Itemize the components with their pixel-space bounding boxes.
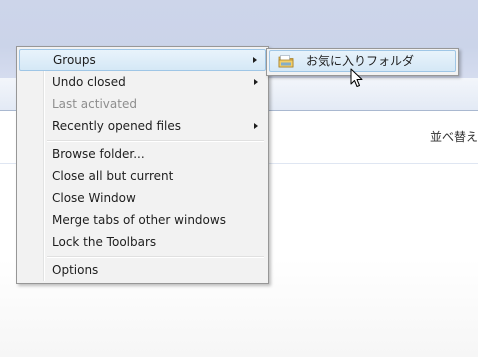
menu-item-label: Recently opened files (52, 119, 182, 133)
submenu-arrow-icon (254, 123, 258, 129)
submenu-arrow-icon (254, 79, 258, 85)
menu-separator (47, 140, 264, 142)
menu-item-label: Merge tabs of other windows (52, 213, 226, 227)
context-menu: Groups Undo closed Last activated Recent… (16, 46, 269, 284)
menu-item-lock-toolbars[interactable]: Lock the Toolbars (19, 231, 266, 253)
menu-item-label: Options (52, 263, 99, 277)
menu-item-merge-tabs[interactable]: Merge tabs of other windows (19, 209, 266, 231)
menu-item-label: Browse folder... (52, 147, 145, 161)
menu-item-groups[interactable]: Groups (19, 49, 266, 71)
menu-item-last-activated: Last activated (19, 93, 266, 115)
submenu-arrow-icon (253, 57, 257, 63)
menu-item-label: Close all but current (52, 169, 174, 183)
submenu-item-label: お気に入りフォルダ (306, 54, 415, 68)
menu-item-recently-opened-files[interactable]: Recently opened files (19, 115, 266, 137)
menu-item-options[interactable]: Options (19, 259, 266, 281)
menu-item-label: Lock the Toolbars (52, 235, 157, 249)
menu-item-label: Undo closed (52, 75, 126, 89)
menu-item-label: Last activated (52, 97, 137, 111)
menu-separator (47, 256, 264, 258)
menu-item-close-all-but-current[interactable]: Close all but current (19, 165, 266, 187)
menu-item-label: Groups (53, 53, 96, 67)
menu-item-browse-folder[interactable]: Browse folder... (19, 143, 266, 165)
sort-button[interactable]: 並べ替え (430, 128, 478, 145)
menu-item-label: Close Window (52, 191, 136, 205)
folder-icon (278, 55, 294, 68)
mouse-cursor-icon (350, 68, 363, 87)
menu-item-close-window[interactable]: Close Window (19, 187, 266, 209)
menu-item-undo-closed[interactable]: Undo closed (19, 71, 266, 93)
